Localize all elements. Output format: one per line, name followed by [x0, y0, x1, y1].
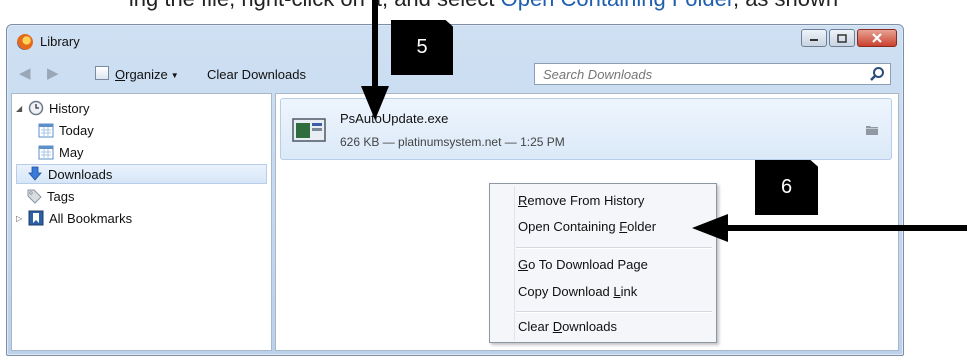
- arrow-down-icon: [361, 0, 389, 120]
- annotation-arrows: [361, 0, 967, 242]
- step-6-callout: 6: [755, 160, 818, 215]
- step-5-callout: 5: [391, 20, 453, 75]
- arrow-left-icon: [692, 214, 967, 242]
